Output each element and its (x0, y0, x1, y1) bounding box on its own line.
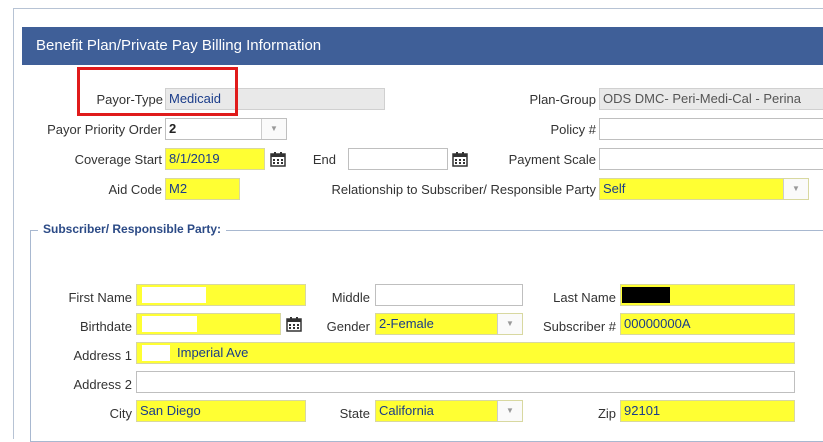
payment-scale-label: Payment Scale (508, 152, 596, 167)
chevron-down-icon[interactable]: ▼ (497, 314, 522, 334)
chevron-down-icon[interactable]: ▼ (497, 401, 522, 421)
middle-field[interactable] (375, 284, 523, 306)
relationship-value: Self (603, 181, 626, 196)
calendar-icon[interactable] (286, 316, 302, 332)
state-select[interactable]: California ▼ (375, 400, 523, 422)
gender-value: 2-Female (379, 316, 434, 331)
highlight-box (77, 67, 238, 116)
redacted-patch (142, 345, 170, 361)
gender-select[interactable]: 2-Female ▼ (375, 313, 523, 335)
first-name-label: First Name (68, 290, 132, 305)
end-date-field[interactable] (348, 148, 448, 170)
redacted-patch (622, 287, 670, 303)
plan-group-field[interactable]: ODS DMC- Peri-Medi-Cal - Perina (599, 88, 823, 110)
middle-label: Middle (331, 290, 370, 305)
payor-priority-select[interactable]: 2 ▼ (165, 118, 287, 140)
section-header: Benefit Plan/Private Pay Billing Informa… (22, 27, 823, 65)
city-label: City (109, 406, 132, 421)
policy-field[interactable] (599, 118, 823, 140)
birthdate-label: Birthdate (79, 319, 132, 334)
zip-label: Zip (597, 406, 616, 421)
end-label: End (312, 152, 336, 167)
redacted-patch (142, 316, 197, 332)
subscriber-number-label: Subscriber # (543, 319, 616, 334)
subscriber-number-field[interactable]: 00000000A (620, 313, 795, 335)
zip-field[interactable]: 92101 (620, 400, 795, 422)
address1-label: Address 1 (73, 348, 132, 363)
address1-field[interactable]: Imperial Ave (136, 342, 795, 364)
section-header-title: Benefit Plan/Private Pay Billing Informa… (36, 37, 322, 54)
relationship-label: Relationship to Subscriber/ Responsible … (331, 182, 596, 197)
plan-group-label: Plan-Group (529, 92, 596, 107)
payor-priority-label: Payor Priority Order (47, 122, 162, 137)
payor-priority-value: 2 (169, 121, 177, 136)
calendar-icon[interactable] (452, 151, 468, 167)
address2-field[interactable] (136, 371, 795, 393)
chevron-down-icon[interactable]: ▼ (261, 119, 286, 139)
calendar-icon[interactable] (270, 151, 286, 167)
state-value: California (379, 403, 434, 418)
aid-code-label: Aid Code (108, 182, 162, 197)
payment-scale-field[interactable] (599, 148, 823, 170)
city-field[interactable]: San Diego (136, 400, 306, 422)
redacted-patch (142, 287, 206, 303)
coverage-start-field[interactable]: 8/1/2019 (165, 148, 265, 170)
subscriber-section-title: Subscriber/ Responsible Party: (38, 222, 227, 236)
coverage-start-label: Coverage Start (74, 152, 162, 167)
chevron-down-icon[interactable]: ▼ (783, 179, 808, 199)
policy-label: Policy # (550, 122, 596, 137)
address2-label: Address 2 (73, 377, 132, 392)
aid-code-field[interactable]: M2 (165, 178, 240, 200)
gender-label: Gender (326, 319, 370, 334)
last-name-label: Last Name (553, 290, 616, 305)
relationship-select[interactable]: Self ▼ (599, 178, 809, 200)
state-label: State (339, 406, 370, 421)
